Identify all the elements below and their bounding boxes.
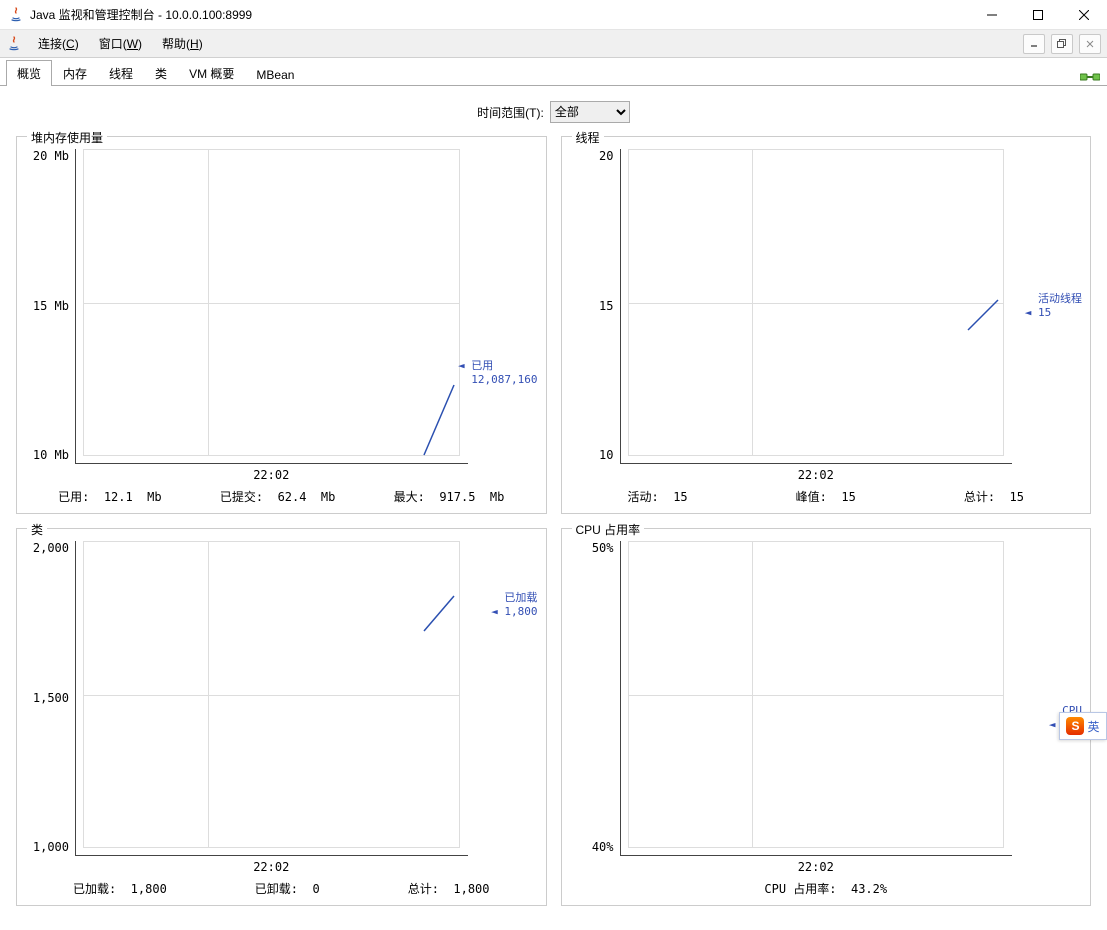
mdi-restore-button[interactable]: [1051, 34, 1073, 54]
heap-yaxis: 20 Mb15 Mb10 Mb: [25, 149, 75, 482]
threads-title: 线程: [572, 129, 604, 146]
cpu-panel: CPU 占用率 50%40% CPU◄ 43. 22:02 CPU 占用率: 4…: [561, 528, 1092, 906]
time-range-select[interactable]: 全部: [550, 101, 630, 123]
tab-overview[interactable]: 概览: [6, 60, 52, 86]
java-icon: [8, 7, 24, 23]
ime-logo-icon: S: [1066, 717, 1084, 735]
classes-chart[interactable]: 已加载◄ 1,800 22:02: [75, 541, 538, 874]
tab-classes[interactable]: 类: [144, 60, 178, 86]
menu-connect[interactable]: 连接(C): [28, 31, 89, 56]
tab-mbean[interactable]: MBean: [245, 63, 305, 86]
heap-title: 堆内存使用量: [27, 129, 107, 146]
threads-panel: 线程 201510 活动线程◄ 15 22:02 活动: 15 峰值: 15 总…: [561, 136, 1092, 514]
window-maximize-button[interactable]: [1015, 0, 1061, 30]
tab-vmsummary[interactable]: VM 概要: [178, 60, 245, 86]
mdi-minimize-button[interactable]: [1023, 34, 1045, 54]
tab-memory[interactable]: 内存: [52, 60, 98, 86]
ime-indicator[interactable]: S 英: [1059, 712, 1107, 740]
heap-status: 已用: 12.1 Mb 已提交: 62.4 Mb 最大: 917.5 Mb: [25, 482, 538, 509]
classes-panel: 类 2,0001,5001,000 已加载◄ 1,800 22:02 已加载: …: [16, 528, 547, 906]
classes-title: 类: [27, 521, 47, 538]
classes-status: 已加载: 1,800 已卸载: 0 总计: 1,800: [25, 874, 538, 901]
time-range-label: 时间范围(T):: [477, 104, 544, 121]
java-icon: [6, 36, 22, 52]
window-close-button[interactable]: [1061, 0, 1107, 30]
window-title: Java 监视和管理控制台 - 10.0.0.100:8999: [30, 6, 969, 23]
cpu-yaxis: 50%40%: [570, 541, 620, 874]
time-range-control: 时间范围(T): 全部: [0, 96, 1107, 128]
mdi-close-button[interactable]: [1079, 34, 1101, 54]
menu-window[interactable]: 窗口(W): [89, 31, 152, 56]
menu-help[interactable]: 帮助(H): [152, 31, 213, 56]
heap-chart[interactable]: ◄ 已用 12,087,160 22:02: [75, 149, 538, 482]
connection-status-icon: [1079, 68, 1101, 86]
classes-yaxis: 2,0001,5001,000: [25, 541, 75, 874]
window-minimize-button[interactable]: [969, 0, 1015, 30]
cpu-status: CPU 占用率: 43.2%: [570, 874, 1083, 901]
tabbar: 概览 内存 线程 类 VM 概要 MBean: [0, 58, 1107, 86]
tab-threads[interactable]: 线程: [98, 60, 144, 86]
heap-panel: 堆内存使用量 20 Mb15 Mb10 Mb ◄ 已用 12,087,160 2…: [16, 136, 547, 514]
threads-yaxis: 201510: [570, 149, 620, 482]
threads-status: 活动: 15 峰值: 15 总计: 15: [570, 482, 1083, 509]
menubar: 连接(C) 窗口(W) 帮助(H): [0, 30, 1107, 58]
cpu-chart[interactable]: CPU◄ 43. 22:02: [620, 541, 1083, 874]
threads-chart[interactable]: 活动线程◄ 15 22:02: [620, 149, 1083, 482]
ime-lang: 英: [1087, 718, 1099, 735]
window-titlebar: Java 监视和管理控制台 - 10.0.0.100:8999: [0, 0, 1107, 30]
cpu-title: CPU 占用率: [572, 521, 645, 538]
